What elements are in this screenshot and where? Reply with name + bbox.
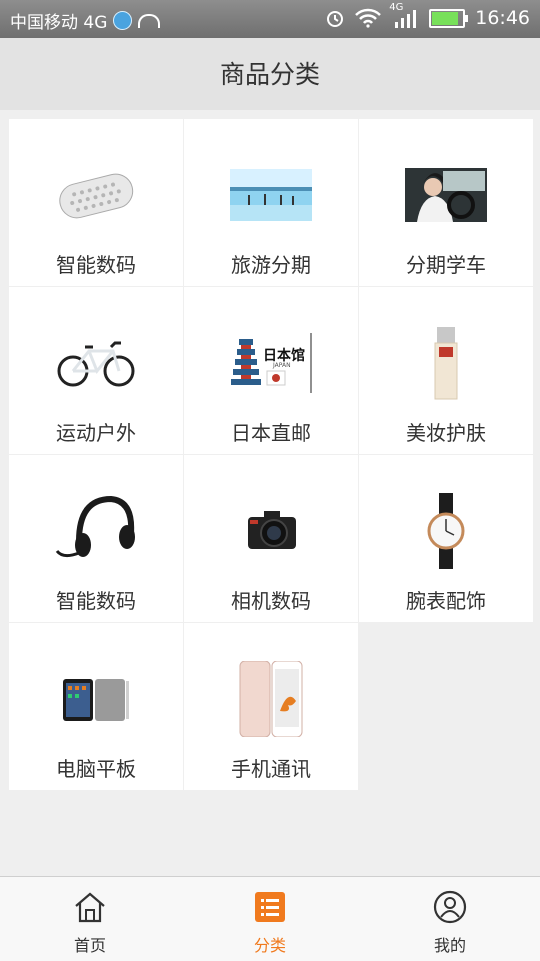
category-label: 腕表配饰 (406, 589, 486, 613)
category-label: 分期学车 (406, 253, 486, 277)
category-item-driving[interactable]: 分期学车 (359, 119, 533, 286)
carrier-label: 中国移动 4G (10, 13, 108, 33)
category-item-tablet[interactable]: 电脑平板 (9, 623, 183, 790)
watch-image (403, 493, 489, 569)
tablet-image (53, 661, 139, 737)
clock: 16:46 (475, 7, 530, 29)
category-label: 智能数码 (56, 253, 136, 277)
headphones-image (53, 493, 139, 569)
category-label: 电脑平板 (56, 757, 136, 781)
category-item-phone[interactable]: 手机通讯 (184, 623, 358, 790)
category-item-digital[interactable]: 智能数码 (9, 119, 183, 286)
category-label: 手机通讯 (231, 757, 311, 781)
android-icon (138, 13, 161, 28)
phone-image (228, 661, 314, 737)
category-label: 日本直邮 (231, 421, 311, 445)
wifi-icon (355, 8, 382, 28)
status-bar: 中国移动 4G 4G 16:46 (0, 0, 540, 38)
category-item-beauty[interactable]: 美妆护肤 (359, 287, 533, 454)
page-title: 商品分类 (0, 38, 540, 110)
nav-item-home[interactable]: 首页 (0, 877, 180, 961)
category-item-japan-mail[interactable]: 日本馆 JAPAN 日本直邮 (184, 287, 358, 454)
bottom-nav: 首页 分类 我的 (0, 876, 540, 961)
camera-image (228, 493, 314, 569)
cosmetics-bottle-image (403, 325, 489, 401)
beach-image (228, 157, 314, 233)
nav-label-profile: 我的 (433, 936, 466, 955)
bicycle-image (53, 325, 139, 401)
alarm-icon (327, 11, 344, 27)
profile-icon (433, 890, 467, 924)
battery-icon (429, 8, 469, 28)
category-item-travel[interactable]: 旅游分期 (184, 119, 358, 286)
nav-item-category[interactable]: 分类 (180, 877, 360, 961)
home-icon (75, 892, 105, 923)
nav-label-category: 分类 (253, 936, 286, 955)
driving-image (403, 157, 489, 233)
japan-mail-image-subtext: JAPAN (273, 362, 291, 369)
category-label: 运动户外 (56, 421, 136, 445)
category-label: 智能数码 (56, 589, 136, 613)
category-item-outdoor[interactable]: 运动户外 (9, 287, 183, 454)
category-label: 美妆护肤 (406, 421, 486, 445)
globe-icon (113, 11, 133, 30)
nav-item-profile[interactable]: 我的 (360, 877, 540, 961)
signal-icon (395, 10, 417, 28)
japan-mail-image: 日本馆 JAPAN (229, 331, 313, 395)
list-icon (255, 892, 285, 922)
category-grid: 智能数码 旅游分期 分期学车 运动户外 日本馆 JAPAN 日本直邮 美妆护肤 … (9, 119, 533, 790)
category-label: 旅游分期 (231, 253, 311, 277)
nav-label-home: 首页 (73, 936, 106, 955)
speaker-image (53, 157, 139, 233)
category-item-watch[interactable]: 腕表配饰 (359, 455, 533, 622)
category-item-digital-2[interactable]: 智能数码 (9, 455, 183, 622)
category-item-camera[interactable]: 相机数码 (184, 455, 358, 622)
category-label: 相机数码 (231, 589, 311, 613)
